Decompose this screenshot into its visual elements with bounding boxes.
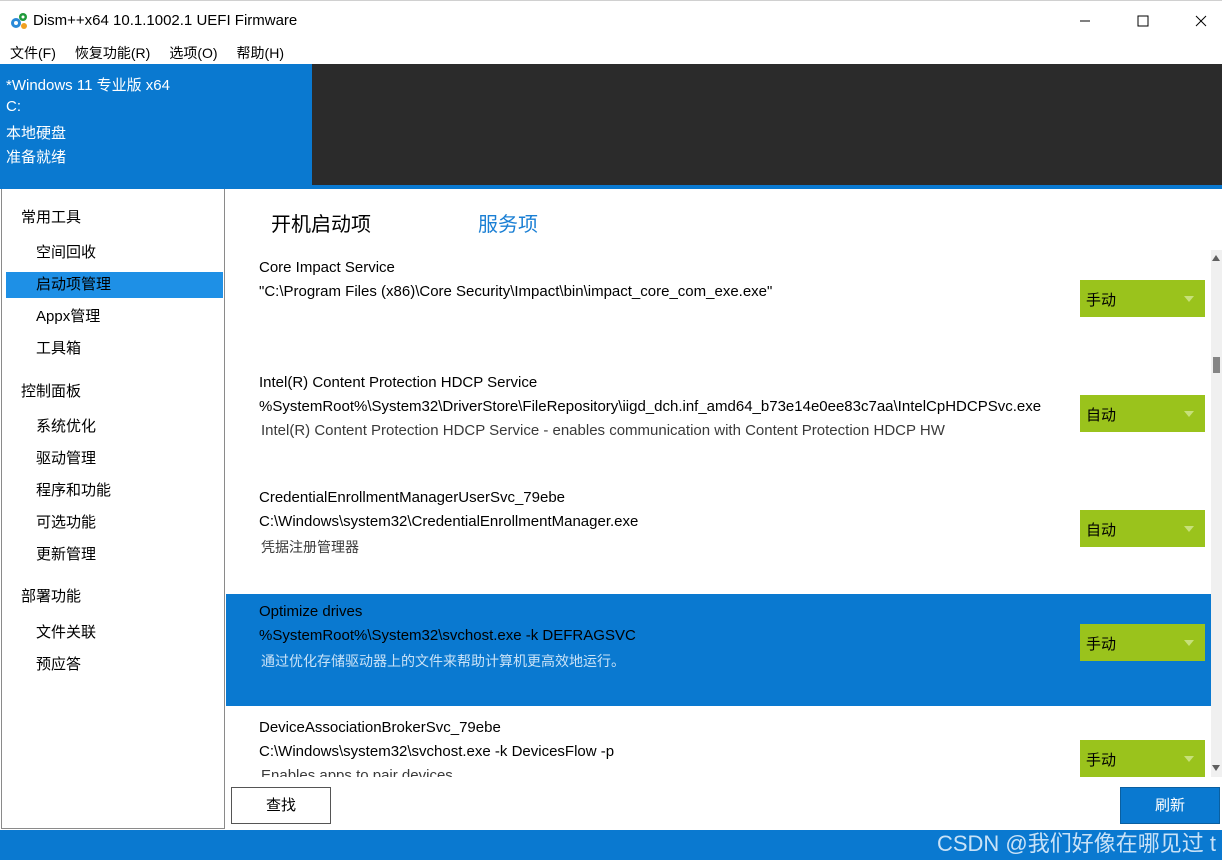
status-label: 准备就绪: [6, 149, 67, 166]
sidebar: 常用工具 空间回收 启动项管理 Appx管理 工具箱 控制面板 系统优化 驱动管…: [1, 189, 225, 829]
sidebar-item-label: 可选功能: [36, 514, 97, 531]
sidebar-item-label: 预应答: [36, 656, 82, 673]
sidebar-item-label: 空间回收: [36, 244, 97, 261]
scroll-up-arrow-icon[interactable]: [1212, 255, 1220, 261]
sidebar-category-common-tools: 常用工具: [21, 209, 82, 226]
disk-type-label: 本地硬盘: [6, 125, 67, 142]
sidebar-item-label: 程序和功能: [36, 482, 112, 499]
service-row[interactable]: Core Impact Service "C:\Program Files (x…: [226, 250, 1211, 362]
menu-help[interactable]: 帮助(H): [227, 40, 293, 64]
tab-startup-items[interactable]: 开机启动项: [271, 208, 371, 237]
sidebar-item-optional-features[interactable]: 可选功能: [6, 510, 223, 536]
startup-type-value: 自动: [1086, 522, 1117, 539]
window-title: Dism++x64 10.1.1002.1 UEFI Firmware: [33, 12, 298, 29]
drive-label: C:: [6, 98, 21, 115]
service-row[interactable]: DeviceAssociationBrokerSvc_79ebe C:\Wind…: [226, 710, 1211, 777]
service-name: Optimize drives: [259, 603, 363, 620]
sidebar-item-drivers[interactable]: 驱动管理: [6, 446, 223, 472]
sidebar-item-label: 更新管理: [36, 546, 97, 563]
service-name: Core Impact Service: [259, 259, 395, 276]
chevron-down-icon: [1184, 526, 1194, 532]
sidebar-item-appx[interactable]: Appx管理: [6, 304, 223, 330]
service-description: Intel(R) Content Protection HDCP Service…: [261, 422, 945, 439]
sidebar-category-deploy: 部署功能: [21, 588, 82, 605]
sidebar-item-startup-manager[interactable]: 启动项管理: [6, 272, 223, 298]
startup-type-value: 自动: [1086, 407, 1117, 424]
chevron-down-icon: [1184, 640, 1194, 646]
service-description: 凭据注册管理器: [261, 539, 359, 555]
sidebar-item-system-optimize[interactable]: 系统优化: [6, 414, 223, 440]
service-description: Enables apps to pair devices: [261, 767, 453, 777]
chevron-down-icon: [1184, 756, 1194, 762]
chevron-down-icon: [1184, 411, 1194, 417]
vertical-scrollbar[interactable]: [1211, 250, 1222, 777]
title-bar: Dism++x64 10.1.1002.1 UEFI Firmware: [0, 0, 1222, 40]
header-dark-area: [312, 64, 1222, 186]
refresh-button[interactable]: 刷新: [1120, 787, 1220, 824]
service-row-selected[interactable]: Optimize drives %SystemRoot%\System32\sv…: [226, 594, 1211, 706]
startup-type-dropdown[interactable]: 手动: [1080, 280, 1205, 317]
close-button[interactable]: [1172, 1, 1222, 41]
sidebar-category-control-panel: 控制面板: [21, 383, 82, 400]
sidebar-item-answer-file[interactable]: 预应答: [6, 652, 223, 678]
service-row[interactable]: Intel(R) Content Protection HDCP Service…: [226, 365, 1211, 477]
sidebar-item-programs[interactable]: 程序和功能: [6, 478, 223, 504]
service-path: "C:\Program Files (x86)\Core Security\Im…: [259, 283, 773, 300]
watermark: CSDN @我们好像在哪见过 t: [936, 831, 1216, 856]
sidebar-item-label: 系统优化: [36, 418, 97, 435]
service-list: Core Impact Service "C:\Program Files (x…: [226, 250, 1211, 777]
service-path: %SystemRoot%\System32\DriverStore\FileRe…: [259, 398, 1042, 415]
sidebar-item-space-cleanup[interactable]: 空间回收: [6, 240, 223, 266]
service-path: C:\Windows\system32\CredentialEnrollment…: [259, 513, 639, 530]
startup-type-value: 手动: [1086, 636, 1117, 653]
menu-options[interactable]: 选项(O): [159, 40, 226, 64]
system-info-panel[interactable]: *Windows 11 专业版 x64 C: 本地硬盘 准备就绪: [0, 64, 312, 186]
find-button[interactable]: 查找: [231, 787, 331, 824]
close-icon: [1195, 15, 1207, 27]
startup-type-dropdown[interactable]: 自动: [1080, 395, 1205, 432]
sidebar-item-label: 驱动管理: [36, 450, 97, 467]
startup-type-value: 手动: [1086, 292, 1117, 309]
service-name: DeviceAssociationBrokerSvc_79ebe: [259, 719, 501, 736]
sidebar-item-label: 工具箱: [36, 340, 82, 357]
startup-type-dropdown[interactable]: 手动: [1080, 624, 1205, 661]
menu-restore[interactable]: 恢复功能(R): [65, 40, 159, 64]
menu-file[interactable]: 文件(F): [0, 40, 65, 64]
service-description: 通过优化存储驱动器上的文件来帮助计算机更高效地运行。: [261, 653, 625, 669]
scroll-down-arrow-icon[interactable]: [1212, 765, 1220, 771]
sidebar-item-file-assoc[interactable]: 文件关联: [6, 620, 223, 646]
scrollbar-thumb[interactable]: [1213, 357, 1220, 373]
startup-type-dropdown[interactable]: 自动: [1080, 510, 1205, 547]
service-name: CredentialEnrollmentManagerUserSvc_79ebe: [259, 489, 565, 506]
sidebar-item-label: 启动项管理: [36, 276, 112, 293]
maximize-button[interactable]: [1114, 1, 1172, 41]
tab-services[interactable]: 服务项: [478, 208, 538, 237]
chevron-down-icon: [1184, 296, 1194, 302]
os-label: *Windows 11 专业版 x64: [6, 77, 170, 94]
menu-bar: 文件(F) 恢复功能(R) 选项(O) 帮助(H): [0, 40, 1222, 64]
service-path: %SystemRoot%\System32\svchost.exe -k DEF…: [259, 627, 636, 644]
service-row[interactable]: CredentialEnrollmentManagerUserSvc_79ebe…: [226, 480, 1211, 592]
startup-type-dropdown[interactable]: 手动: [1080, 740, 1205, 777]
service-name: Intel(R) Content Protection HDCP Service: [259, 374, 538, 391]
maximize-icon: [1137, 15, 1149, 27]
startup-type-value: 手动: [1086, 752, 1117, 769]
minimize-button[interactable]: [1056, 1, 1114, 41]
sidebar-item-toolbox[interactable]: 工具箱: [6, 336, 223, 362]
sidebar-item-label: Appx管理: [36, 308, 101, 325]
minimize-icon: [1080, 20, 1090, 22]
service-path: C:\Windows\system32\svchost.exe -k Devic…: [259, 743, 615, 760]
gear-cluster-icon: [9, 11, 29, 31]
sidebar-item-label: 文件关联: [36, 624, 97, 641]
sidebar-item-updates[interactable]: 更新管理: [6, 542, 223, 568]
